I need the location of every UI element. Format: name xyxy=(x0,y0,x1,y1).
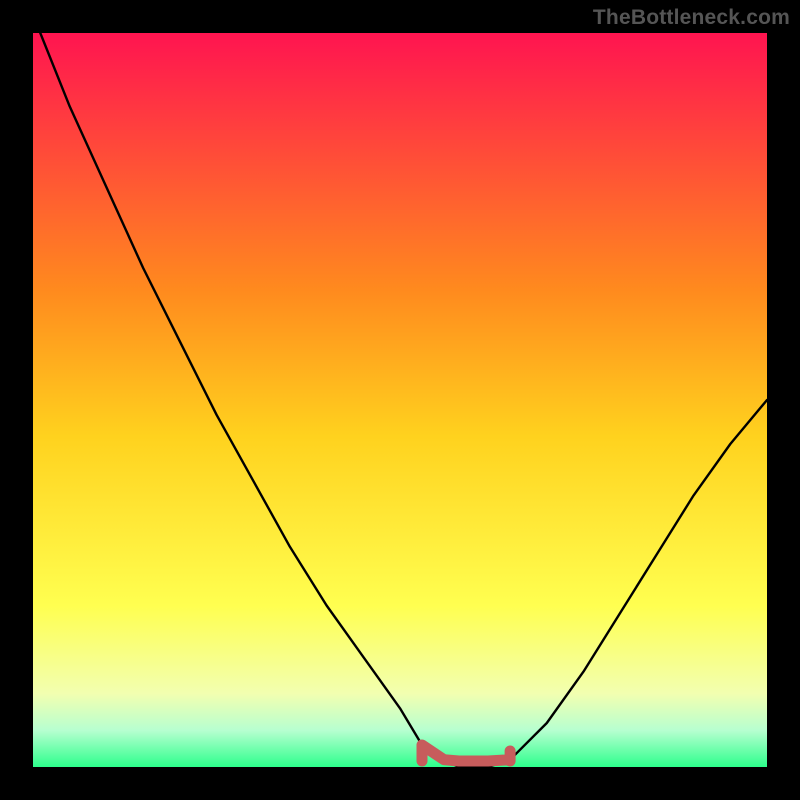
bottleneck-chart-svg xyxy=(33,33,767,767)
plot-area xyxy=(33,33,767,767)
gradient-background xyxy=(33,33,767,767)
watermark-text: TheBottleneck.com xyxy=(593,6,790,30)
chart-frame: TheBottleneck.com xyxy=(0,0,800,800)
